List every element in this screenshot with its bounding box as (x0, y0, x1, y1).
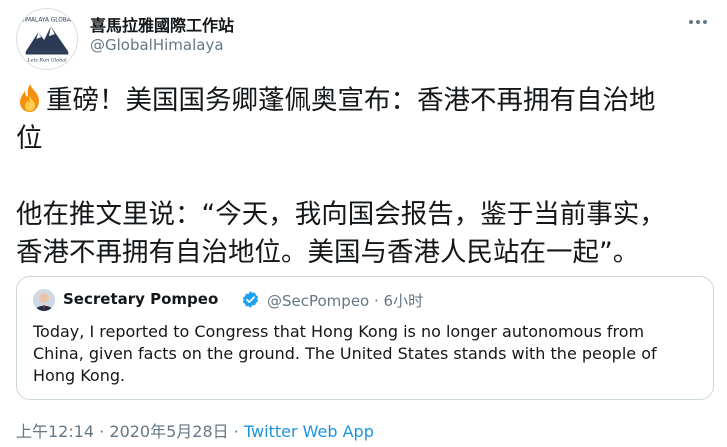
quoted-tweet-text: Today, I reported to Congress that Hong … (33, 321, 693, 387)
tweet-time[interactable]: 上午12:14 (16, 422, 94, 441)
author-handle[interactable]: @GlobalHimalaya (90, 36, 224, 54)
tweet-line-1-text: 重磅！美国国务卿蓬佩奥宣布：香港不再拥有自治地 (46, 85, 656, 116)
verified-badge-icon (241, 290, 260, 309)
avatar-logo-text-bottom: Lets Run Global (26, 57, 67, 63)
quoted-line-3: Hong Kong. (33, 366, 126, 385)
quoted-line-2: China, given facts on the ground. The Un… (33, 344, 657, 363)
footer-separator-1: · (94, 422, 110, 441)
tweet-line-3: 他在推文里说：“今天，我向国会报告，鉴于当前事实， (16, 199, 666, 230)
quoted-author-avatar[interactable] (33, 289, 55, 311)
tweet-text: 重磅！美国国务卿蓬佩奥宣布：香港不再拥有自治地 位 他在推文里说：“今天，我向国… (16, 82, 716, 272)
himalaya-logo: HIMALAYA GLOBAL Lets Run Global (17, 9, 77, 69)
author-avatar[interactable]: HIMALAYA GLOBAL Lets Run Global (16, 8, 78, 70)
quoted-line-1: Today, I reported to Congress that Hong … (33, 322, 645, 341)
tweet-footer: 上午12:14 · 2020年5月28日 · Twitter Web App (16, 418, 374, 442)
quoted-time[interactable]: 6小时 (384, 292, 424, 310)
tweet-line-1: 重磅！美国国务卿蓬佩奥宣布：香港不再拥有自治地 (16, 82, 716, 120)
meta-separator: · (369, 292, 384, 310)
avatar-logo-text-top: HIMALAYA GLOBAL (20, 18, 75, 24)
tweet-header: HIMALAYA GLOBAL Lets Run Global 喜馬拉雅國際工作… (16, 8, 716, 70)
tweet-line-2: 位 (16, 123, 43, 154)
quoted-meta: @SecPompeo · 6小时 (267, 290, 423, 311)
tweet-source-link[interactable]: Twitter Web App (244, 422, 374, 441)
footer-separator-2: · (228, 422, 244, 441)
tweet-date[interactable]: 2020年5月28日 (109, 422, 228, 441)
quoted-author-name[interactable]: Secretary Pompeo (63, 290, 218, 308)
quoted-tweet-card[interactable]: Secretary Pompeo @SecPompeo · 6小时 Today,… (16, 276, 714, 400)
more-horizontal-icon[interactable] (686, 14, 710, 32)
quoted-author-handle[interactable]: @SecPompeo (267, 292, 369, 310)
fire-icon (16, 83, 44, 113)
tweet-spacer (16, 158, 716, 196)
tweet-line-4: 香港不再拥有自治地位。美国与香港人民站在一起”。 (16, 237, 640, 268)
author-name[interactable]: 喜馬拉雅國際工作站 (90, 12, 234, 36)
